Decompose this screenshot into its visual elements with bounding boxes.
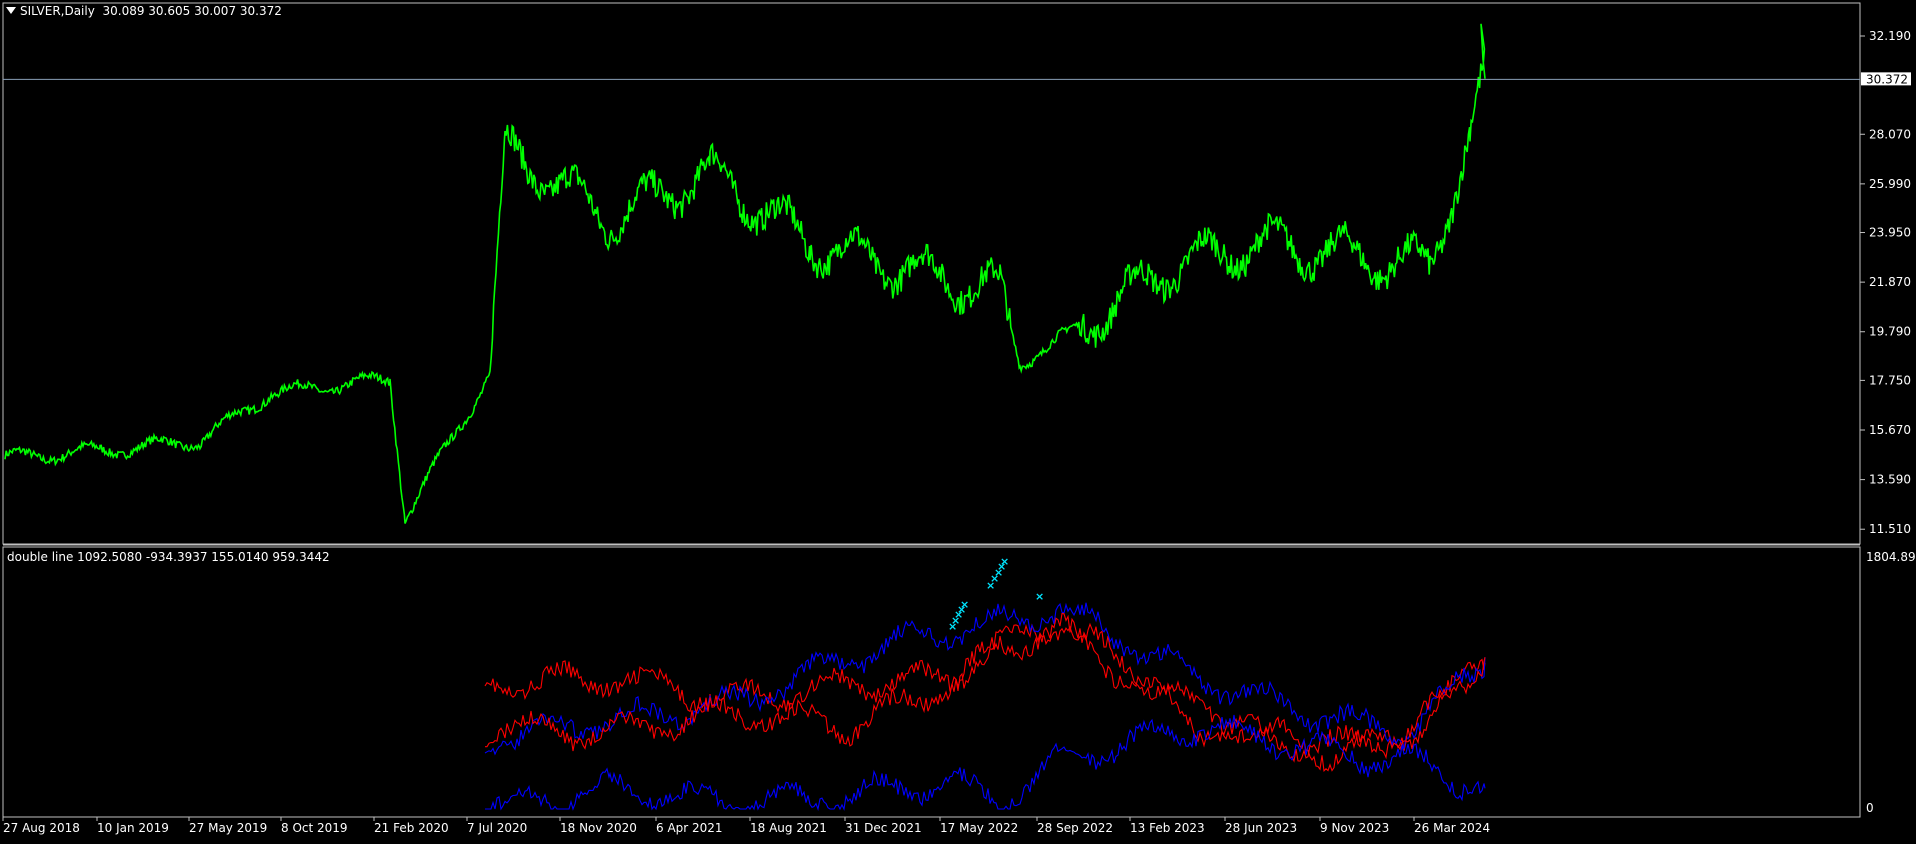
time-tick-label: 28 Sep 2022 [1037, 821, 1113, 835]
time-tick-label: 26 Mar 2024 [1414, 821, 1490, 835]
chart-canvas[interactable]: 32.190 28.070 25.990 23.950 21.870 19.790 17.7… [0, 0, 1916, 840]
time-tick-label: 10 Jan 2019 [97, 821, 169, 835]
dropdown-triangle-icon[interactable] [6, 7, 16, 14]
symbol-label: SILVER,Daily [20, 4, 95, 18]
time-tick-label: 8 Oct 2019 [281, 821, 348, 835]
indicator-lines [484, 602, 1486, 811]
indicator-scale-min: 0 [1866, 801, 1874, 815]
time-tick-label: 27 May 2019 [189, 821, 267, 835]
time-tick-label: 21 Feb 2020 [374, 821, 449, 835]
current-price-text: 30.372 [1866, 72, 1908, 86]
price-tick-label: 19.790 [1869, 325, 1911, 339]
price-tick-label: 23.950 [1869, 226, 1911, 240]
time-tick-label: 7 Jul 2020 [467, 821, 527, 835]
indicator-markers: ××××××××××× [948, 555, 1044, 633]
price-tick-label: 13.590 [1869, 473, 1911, 487]
time-tick-label: 13 Feb 2023 [1130, 821, 1205, 835]
time-tick-label: 31 Dec 2021 [845, 821, 922, 835]
time-tick-label: 27 Aug 2018 [3, 821, 80, 835]
price-tick-label: 17.750 [1869, 373, 1911, 387]
time-tick-label: 9 Nov 2023 [1320, 821, 1389, 835]
price-tick-label: 15.670 [1869, 423, 1911, 437]
indicator-title: double line 1092.5080 -934.3937 155.0140… [7, 550, 330, 564]
time-tick-label: 18 Nov 2020 [560, 821, 637, 835]
price-tick-label: 25.990 [1869, 177, 1911, 191]
price-tick-label: 32.190 [1869, 29, 1911, 43]
price-tick-label: 21.870 [1869, 275, 1911, 289]
signal-marker: × [1000, 555, 1009, 568]
current-price-label: 30.372 [1861, 72, 1911, 86]
price-line-series [4, 23, 1486, 524]
silver-price-line [4, 23, 1486, 524]
ohlc-values: 30.089 30.605 30.007 30.372 [102, 4, 282, 18]
indicator-scale-max: 1804.895 [1866, 550, 1916, 564]
signal-marker: × [1035, 590, 1044, 603]
price-tick-label: 28.070 [1869, 127, 1911, 141]
signal-marker: × [960, 598, 969, 611]
indicator-series-line [484, 622, 1486, 772]
price-tick-label: 11.510 [1869, 522, 1911, 536]
chart-window[interactable]: 32.190 28.070 25.990 23.950 21.870 19.790 17.7… [0, 0, 1916, 840]
chart-title[interactable]: SILVER,Daily 30.089 30.605 30.007 30.372 [6, 4, 282, 18]
time-tick-label: 6 Apr 2021 [656, 821, 723, 835]
price-axis: 32.190 28.070 25.990 23.950 21.870 19.790 17.7… [1860, 29, 1911, 536]
time-tick-label: 28 Jun 2023 [1225, 821, 1297, 835]
time-tick-label: 18 Aug 2021 [750, 821, 827, 835]
time-axis: 27 Aug 2018 10 Jan 2019 27 May 2019 8 Oct 2… [2, 817, 1490, 835]
time-tick-label: 17 May 2022 [940, 821, 1018, 835]
indicator-frame [2, 546, 1861, 818]
main-chart-frame [2, 2, 1861, 545]
